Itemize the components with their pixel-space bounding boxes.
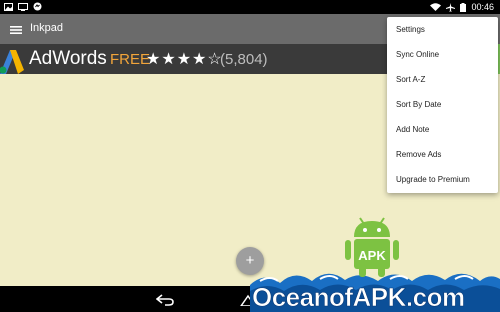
app-title: Inkpad [30,22,64,34]
menu-item-sort-by-date[interactable]: Sort By Date [387,92,498,117]
menu-item-settings[interactable]: Settings [387,17,498,42]
ad-app-name: AdWords [29,48,107,69]
clock-time: 00:46 [471,2,494,12]
notification-icon [33,2,42,11]
menu-item-remove-ads[interactable]: Remove Ads [387,142,498,167]
ad-price: FREE [110,51,151,68]
add-note-fab[interactable]: + [236,247,264,275]
back-icon[interactable] [155,293,174,311]
menu-item-sort-a-z[interactable]: Sort A-Z [387,67,498,92]
adwords-logo-icon [0,44,24,74]
menu-item-sync-online[interactable]: Sync Online [387,42,498,67]
airplane-icon [446,2,456,12]
overflow-menu: Settings Sync Online Sort A-Z Sort By Da… [387,17,498,193]
battery-icon [460,2,467,12]
ad-review-count: (5,804) [220,51,268,68]
image-icon [4,2,13,11]
screen-icon [18,2,28,11]
ad-rating-stars: ★★★★☆ [146,51,223,68]
menu-item-upgrade-premium[interactable]: Upgrade to Premium [387,167,498,192]
status-bar: 00:46 [0,0,500,14]
hamburger-menu-icon[interactable] [10,23,22,35]
menu-item-add-note[interactable]: Add Note [387,117,498,142]
home-icon[interactable] [239,293,257,311]
system-nav-bar [0,286,500,312]
wifi-icon [430,3,442,11]
